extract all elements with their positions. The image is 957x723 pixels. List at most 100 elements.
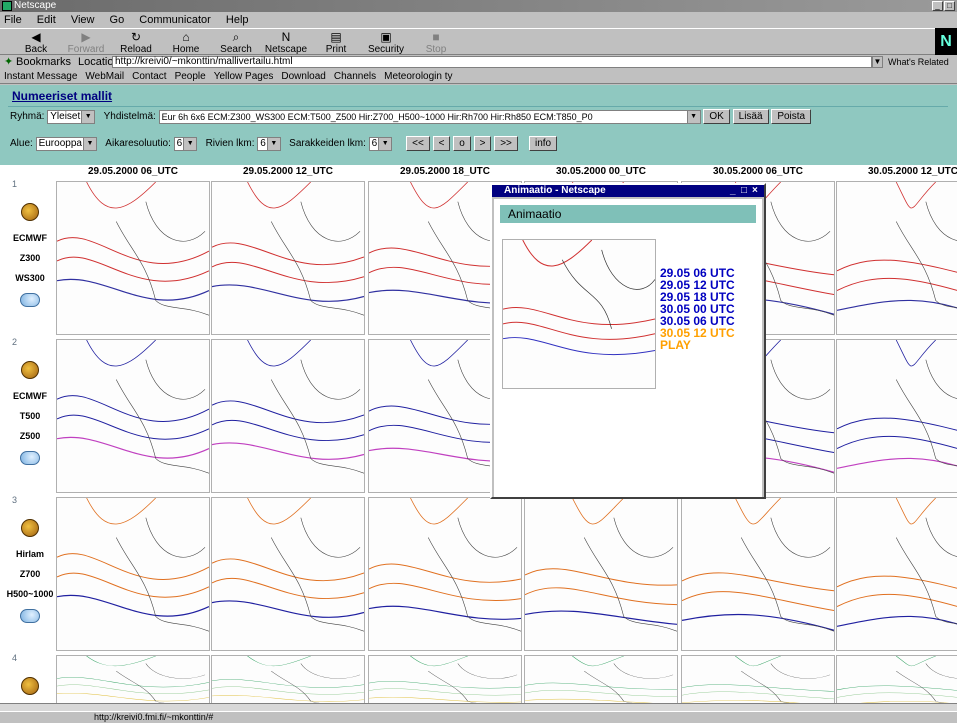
map-image: [57, 182, 209, 316]
row-label: ECMWF T500 Z500: [4, 361, 56, 465]
personal-link-3[interactable]: People: [175, 71, 206, 82]
location-bar: ✦ Bookmarks Location: http://kreivi0/~mk…: [0, 55, 957, 69]
bookmarks-button[interactable]: Bookmarks: [16, 55, 71, 69]
weather-map[interactable]: [211, 497, 365, 651]
maximize-icon[interactable]: □: [944, 1, 955, 11]
search-button[interactable]: ⌕ Search: [214, 29, 258, 56]
next-button[interactable]: >: [473, 136, 492, 151]
first-button[interactable]: <<: [406, 136, 430, 151]
minimize-icon[interactable]: _: [730, 185, 736, 197]
netscape-icon: N: [281, 30, 291, 44]
reload-button[interactable]: ↻ Reload: [114, 29, 158, 56]
column-header: 30.05.2000 00_UTC: [555, 166, 647, 177]
weather-map[interactable]: [836, 181, 957, 335]
globe-icon[interactable]: [21, 361, 39, 379]
info-button[interactable]: info: [529, 136, 558, 151]
add-button[interactable]: Lisää: [732, 109, 769, 124]
animation-map: [503, 240, 655, 388]
field-2: Z500: [19, 431, 41, 441]
status-text: http://kreivi0.fmi.fi/~mkonttin/#: [94, 712, 214, 722]
netscape-window: Netscape _ □ File Edit View Go Communica…: [0, 0, 957, 722]
whats-related-button[interactable]: What's Related: [888, 55, 949, 69]
row-number: 1: [12, 179, 18, 189]
field-1: T500: [19, 411, 41, 421]
group-select[interactable]: Yleiset: [47, 109, 96, 124]
netscape-app-icon: [2, 1, 12, 11]
current-button[interactable]: o: [453, 136, 471, 151]
personal-link-4[interactable]: Yellow Pages: [214, 71, 274, 82]
weather-map[interactable]: [524, 497, 678, 651]
menu-go[interactable]: Go: [110, 14, 125, 26]
globe-icon[interactable]: [21, 519, 39, 537]
bookmark-icon[interactable]: ✦: [4, 55, 13, 69]
remove-button[interactable]: Poista: [771, 109, 812, 124]
rows-select[interactable]: 6: [257, 136, 281, 151]
personal-link-5[interactable]: Download: [281, 71, 325, 82]
step-select[interactable]: 6: [173, 136, 198, 151]
popup-title-bar: Animaatio - Netscape _ □ ×: [492, 185, 764, 197]
weather-map[interactable]: [56, 181, 210, 335]
weather-icon[interactable]: [20, 451, 40, 465]
menu-view[interactable]: View: [71, 14, 95, 26]
maximize-icon[interactable]: □: [741, 185, 747, 197]
combo-select[interactable]: Eur 6h 6x6 ECM:Z300_WS300 ECM:T500_Z500 …: [158, 109, 701, 124]
animation-popup: Animaatio - Netscape _ □ × Animaatio 29.…: [490, 183, 766, 499]
location-input[interactable]: http://kreivi0/~mkonttin/mallivertailu.h…: [112, 56, 872, 68]
forward-arrow-icon: ▶: [81, 30, 91, 44]
page-title[interactable]: Numeeriset mallit: [12, 89, 112, 103]
weather-map[interactable]: [56, 339, 210, 493]
chevron-down-icon[interactable]: ▼: [872, 56, 883, 68]
weather-map[interactable]: [836, 497, 957, 651]
home-button[interactable]: ⌂ Home: [164, 29, 208, 56]
map-image: [57, 498, 209, 632]
cols-select[interactable]: 6: [368, 136, 393, 151]
row-number: 3: [12, 495, 18, 505]
close-icon[interactable]: ×: [752, 185, 758, 197]
horizontal-scrollbar[interactable]: [0, 703, 957, 711]
area-select[interactable]: Eurooppa: [35, 136, 97, 151]
weather-icon[interactable]: [20, 293, 40, 307]
field-1: Z300: [19, 253, 41, 263]
personal-link-0[interactable]: Instant Message: [4, 71, 77, 82]
column-header: 30.05.2000 12_UTC: [867, 166, 957, 177]
back-button[interactable]: ◀ Back: [14, 29, 58, 56]
weather-map[interactable]: [681, 497, 835, 651]
map-image: [212, 340, 364, 474]
model-name: Hirlam: [15, 549, 44, 559]
menu-edit[interactable]: Edit: [37, 14, 56, 26]
stop-button: ■ Stop: [425, 30, 447, 55]
personal-link-7[interactable]: Meteorologin ty: [384, 71, 452, 82]
field-2: H500~1000: [6, 589, 54, 599]
view-controls: Alue: Eurooppa Aikaresoluutio: 6 Rivien …: [10, 136, 558, 151]
cols-label: Sarakkeiden lkm:: [289, 138, 366, 150]
weather-map[interactable]: [368, 497, 522, 651]
personal-link-6[interactable]: Channels: [334, 71, 376, 82]
last-button[interactable]: >>: [494, 136, 518, 151]
weather-map[interactable]: [211, 339, 365, 493]
status-bar: http://kreivi0.fmi.fi/~mkonttin/#: [0, 711, 957, 722]
personal-link-2[interactable]: Contact: [132, 71, 166, 82]
prev-button[interactable]: <: [432, 136, 451, 151]
globe-icon[interactable]: [21, 203, 39, 221]
weather-map[interactable]: [836, 339, 957, 493]
weather-icon[interactable]: [20, 609, 40, 623]
play-button[interactable]: PLAY: [660, 339, 735, 351]
menu-file[interactable]: File: [4, 14, 22, 26]
print-button[interactable]: ▤ Print: [314, 29, 358, 56]
weather-map[interactable]: [211, 181, 365, 335]
animation-frame: [502, 239, 656, 389]
minimize-icon[interactable]: _: [932, 1, 943, 11]
netscape-logo: N: [935, 28, 957, 55]
ok-button[interactable]: OK: [703, 109, 730, 124]
security-button[interactable]: ▣ Security: [364, 29, 408, 56]
map-image: [57, 340, 209, 474]
field-1: Z700: [19, 569, 41, 579]
netscape-button[interactable]: N Netscape: [264, 29, 308, 56]
globe-icon[interactable]: [21, 677, 39, 695]
map-image: [837, 340, 957, 469]
combo-label: Yhdistelmä:: [103, 111, 156, 123]
personal-link-1[interactable]: WebMail: [85, 71, 124, 82]
menu-communicator[interactable]: Communicator: [139, 14, 211, 26]
menu-help[interactable]: Help: [226, 14, 249, 26]
weather-map[interactable]: [56, 497, 210, 651]
